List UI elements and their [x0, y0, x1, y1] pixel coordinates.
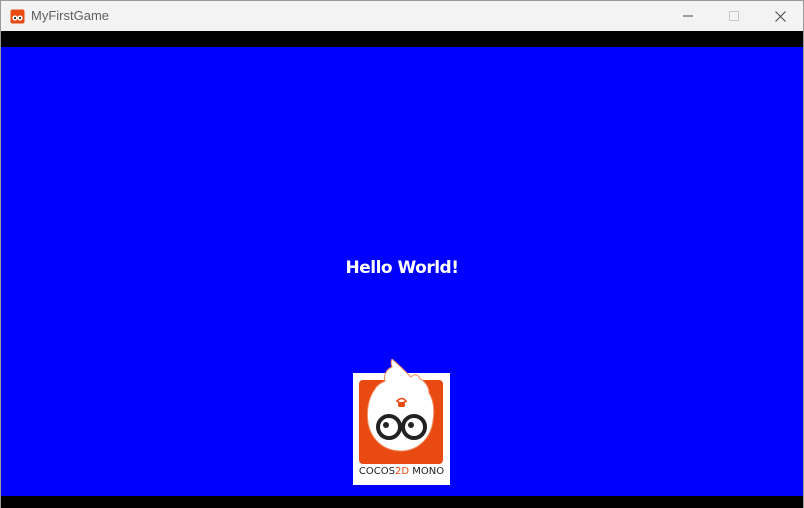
close-button[interactable]: [757, 1, 803, 31]
window-title: MyFirstGame: [31, 8, 109, 23]
game-viewport[interactable]: Hello World! COCOS2D MONO: [1, 47, 803, 496]
title-bar[interactable]: MyFirstGame: [1, 1, 803, 31]
minimize-button[interactable]: [665, 1, 711, 31]
cocos2d-mono-logo: COCOS2D MONO: [353, 358, 450, 485]
logo-text-mono: MONO: [409, 466, 445, 477]
maximize-icon: [729, 11, 739, 21]
maximize-button[interactable]: [711, 1, 757, 31]
letterbox-top: [1, 31, 803, 47]
close-icon: [774, 10, 786, 22]
app-icon: [10, 9, 25, 24]
minimize-icon: [683, 11, 693, 21]
logo-text-2d: 2D: [394, 466, 410, 477]
logo-wordmark: COCOS2D MONO: [353, 466, 450, 477]
game-window: MyFirstGame Hello World! COCOS2D MONO: [0, 0, 804, 508]
letterbox-bottom: [1, 496, 803, 508]
hello-world-label: Hello World!: [345, 258, 459, 278]
logo-text-cocos: COCOS: [358, 466, 395, 477]
